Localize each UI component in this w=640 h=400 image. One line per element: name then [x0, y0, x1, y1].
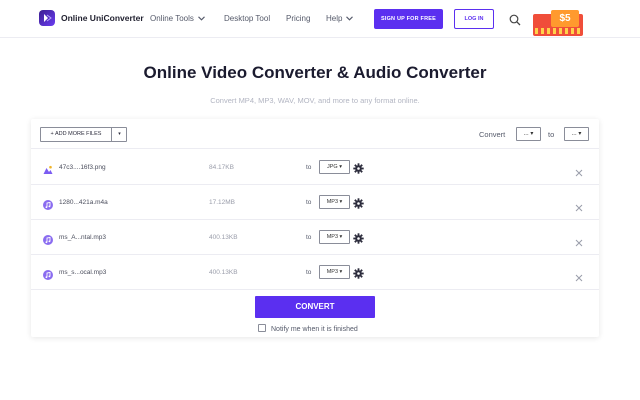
output-format-value: MP3: [326, 234, 338, 240]
promo-price-tag: $5: [551, 10, 579, 27]
file-row: ms_A...ntal.mp3 400.13KB to MP3 ▾: [31, 220, 599, 255]
nav-online-tools[interactable]: Online Tools: [150, 14, 205, 23]
file-size: 400.13KB: [209, 234, 238, 241]
gear-icon[interactable]: [353, 231, 364, 244]
add-files-dropdown-icon[interactable]: ▾: [111, 128, 127, 141]
top-navigation: Online UniConverter Online Tools Desktop…: [0, 0, 640, 38]
convert-to-value: ...: [571, 131, 577, 137]
audio-file-icon: [43, 267, 53, 280]
log-in-button[interactable]: LOG IN: [454, 9, 494, 29]
nav-pricing[interactable]: Pricing: [286, 14, 310, 23]
convert-to-select[interactable]: ... ▾: [564, 127, 589, 141]
gear-icon[interactable]: [353, 266, 364, 279]
promo-ribbon: [535, 28, 581, 34]
file-name: 47c3....16f3.png: [59, 164, 106, 171]
close-icon[interactable]: [575, 234, 583, 247]
page-title: Online Video Converter & Audio Converter: [143, 63, 487, 82]
uniconverter-logo-icon[interactable]: [39, 10, 55, 26]
output-format-select[interactable]: MP3 ▾: [319, 230, 350, 244]
add-more-files-button[interactable]: + ADD MORE FILES ▾: [40, 127, 127, 142]
file-size: 400.13KB: [209, 269, 238, 276]
converter-toolbar: + ADD MORE FILES ▾ Convert ... ▾ to ... …: [31, 119, 599, 149]
format-to-label: to: [306, 269, 312, 276]
nav-help[interactable]: Help: [326, 14, 354, 23]
convert-button[interactable]: CONVERT: [255, 296, 375, 318]
output-format-value: MP3: [326, 269, 338, 275]
audio-file-icon: [43, 232, 53, 245]
file-name: 1280...421a.m4a: [59, 199, 108, 206]
file-name: ms_s...ocal.mp3: [59, 269, 107, 276]
gear-icon[interactable]: [353, 161, 364, 174]
notify-checkbox-row[interactable]: Notify me when it is finished: [258, 324, 358, 333]
output-format-select[interactable]: JPG ▾: [319, 160, 350, 174]
sign-up-button[interactable]: SIGN UP FOR FREE: [374, 9, 443, 29]
notify-label: Notify me when it is finished: [271, 326, 358, 333]
close-icon[interactable]: [575, 269, 583, 282]
page-subtitle: Convert MP4, MP3, WAV, MOV, and more to …: [210, 96, 420, 105]
format-to-label: to: [306, 199, 312, 206]
output-format-select[interactable]: MP3 ▾: [319, 195, 350, 209]
file-size: 17.12MB: [209, 199, 236, 206]
convert-from-select[interactable]: ... ▾: [516, 127, 541, 141]
brand-name[interactable]: Online UniConverter: [61, 13, 144, 23]
output-format-value: MP3: [326, 199, 338, 205]
convert-from-value: ...: [523, 131, 529, 137]
gear-icon[interactable]: [353, 196, 364, 209]
chevron-down-icon: [198, 14, 205, 23]
notify-checkbox[interactable]: [258, 324, 266, 332]
file-row: ms_s...ocal.mp3 400.13KB to MP3 ▾: [31, 255, 599, 290]
output-format-value: JPG: [327, 164, 338, 170]
converter-panel: + ADD MORE FILES ▾ Convert ... ▾ to ... …: [31, 119, 599, 337]
search-icon[interactable]: [509, 13, 521, 26]
chevron-down-icon: [346, 14, 354, 23]
format-to-label: to: [306, 164, 312, 171]
nav-help-label: Help: [326, 14, 343, 23]
format-to-label: to: [306, 234, 312, 241]
promo-banner[interactable]: $5: [533, 10, 583, 36]
file-row: 47c3....16f3.png 84.17KB to JPG ▾: [31, 150, 599, 185]
close-icon[interactable]: [575, 199, 583, 212]
convert-to-label: to: [548, 130, 555, 139]
nav-online-tools-label: Online Tools: [150, 14, 194, 23]
output-format-select[interactable]: MP3 ▾: [319, 265, 350, 279]
file-row: 1280...421a.m4a 17.12MB to MP3 ▾: [31, 185, 599, 220]
audio-file-icon: [43, 197, 53, 210]
file-size: 84.17KB: [209, 164, 234, 171]
convert-all-label: Convert: [479, 130, 506, 139]
image-file-icon: [43, 162, 53, 174]
file-name: ms_A...ntal.mp3: [59, 234, 106, 241]
close-icon[interactable]: [575, 164, 583, 177]
nav-desktop-tool[interactable]: Desktop Tool: [224, 14, 270, 23]
add-more-files-label: + ADD MORE FILES: [50, 131, 102, 137]
